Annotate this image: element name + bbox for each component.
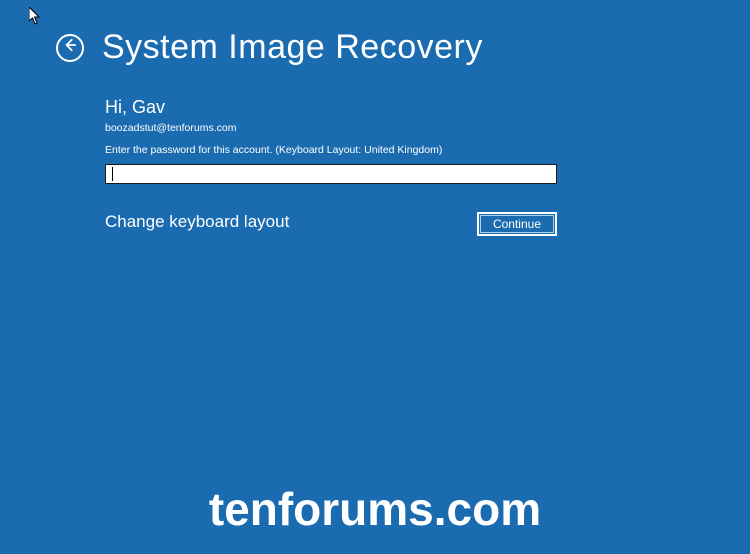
watermark-text: tenforums.com bbox=[0, 482, 750, 536]
page-title: System Image Recovery bbox=[102, 28, 483, 67]
user-greeting: Hi, Gav bbox=[105, 97, 560, 118]
back-button[interactable] bbox=[56, 34, 84, 62]
continue-button[interactable]: Continue bbox=[477, 212, 557, 236]
password-input[interactable] bbox=[105, 164, 557, 184]
account-email: boozadstut@tenforums.com bbox=[105, 122, 560, 134]
password-prompt: Enter the password for this account. (Ke… bbox=[105, 144, 560, 156]
arrow-left-icon bbox=[63, 38, 77, 57]
text-caret bbox=[112, 167, 113, 181]
change-keyboard-layout-link[interactable]: Change keyboard layout bbox=[105, 212, 289, 232]
